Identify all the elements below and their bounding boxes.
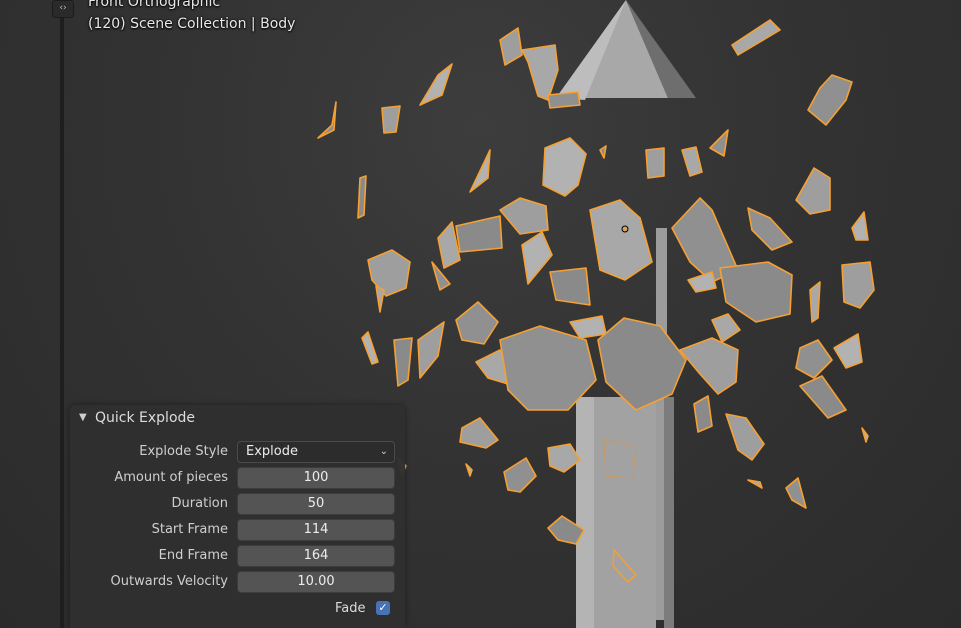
- fragment-piece[interactable]: [693, 395, 713, 433]
- fragment-piece[interactable]: [841, 261, 875, 309]
- panel-title: Quick Explode: [95, 410, 196, 426]
- outwards-velocity-row: Outwards Velocity 10.00: [70, 571, 405, 593]
- explode-style-dropdown[interactable]: Explode ⌄: [237, 441, 395, 463]
- explode-style-row: Explode Style Explode ⌄: [70, 441, 405, 463]
- viewport-left-edge: [60, 0, 64, 628]
- fragment-piece[interactable]: [807, 74, 853, 126]
- fragment-piece[interactable]: [521, 231, 553, 285]
- fade-label: Fade: [335, 601, 366, 616]
- amount-of-pieces-label: Amount of pieces: [114, 470, 228, 485]
- fragment-piece[interactable]: [747, 207, 793, 251]
- fragment-piece[interactable]: [597, 317, 687, 411]
- fragment-piece[interactable]: [417, 321, 445, 379]
- fragment-piece[interactable]: [469, 149, 491, 193]
- explode-style-value: Explode: [246, 444, 298, 459]
- sidebar-toggle-icon[interactable]: ‹›: [52, 0, 74, 18]
- fragment-piece[interactable]: [795, 167, 831, 215]
- fragment-piece[interactable]: [381, 105, 401, 134]
- object-origin-center: [623, 227, 627, 231]
- fade-checkbox[interactable]: ✓: [376, 601, 390, 615]
- fragment-piece[interactable]: [317, 101, 337, 139]
- fragment-piece[interactable]: [361, 331, 379, 365]
- fragment-piece[interactable]: [499, 197, 549, 235]
- view-mode-label: Front Orthographic: [88, 0, 221, 10]
- pyramid-object[interactable]: [556, 0, 696, 100]
- fragment-piece[interactable]: [679, 337, 739, 395]
- fragment-piece[interactable]: [731, 19, 781, 56]
- fragment-piece[interactable]: [547, 91, 581, 109]
- outwards-velocity-label: Outwards Velocity: [110, 574, 228, 589]
- fragment-piece[interactable]: [681, 146, 703, 177]
- fragment-piece[interactable]: [499, 27, 523, 66]
- fragment-piece[interactable]: [709, 129, 729, 157]
- fragment-piece[interactable]: [785, 477, 807, 509]
- duration-row: Duration 50: [70, 493, 405, 515]
- fragment-piece[interactable]: [393, 337, 413, 387]
- outwards-velocity-field[interactable]: 10.00: [237, 571, 395, 593]
- amount-of-pieces-field[interactable]: 100: [237, 467, 395, 489]
- fragment-piece[interactable]: [599, 145, 607, 159]
- fragment-piece[interactable]: [521, 44, 559, 101]
- end-frame-label: End Frame: [158, 548, 228, 563]
- start-frame-field[interactable]: 114: [237, 519, 395, 541]
- end-frame-row: End Frame 164: [70, 545, 405, 567]
- fragment-piece[interactable]: [465, 463, 473, 477]
- fragment-piece[interactable]: [569, 315, 607, 339]
- fragment-piece[interactable]: [455, 301, 499, 345]
- duration-label: Duration: [171, 496, 228, 511]
- fragment-piece[interactable]: [357, 175, 367, 219]
- quick-explode-panel: ▼ Quick Explode Explode Style Explode ⌄ …: [70, 405, 405, 628]
- amount-of-pieces-row: Amount of pieces 100: [70, 467, 405, 489]
- collapse-arrow-icon[interactable]: ▼: [79, 412, 87, 423]
- fragment-piece[interactable]: [549, 267, 591, 306]
- fragment-piece[interactable]: [747, 479, 763, 489]
- fragment-piece[interactable]: [687, 271, 717, 293]
- fragment-piece[interactable]: [645, 147, 665, 179]
- fragment-piece[interactable]: [547, 443, 581, 473]
- explode-style-label: Explode Style: [139, 444, 228, 459]
- scene-info-label: (120) Scene Collection | Body: [88, 16, 296, 32]
- fragment-piece[interactable]: [459, 417, 499, 449]
- panel-header[interactable]: ▼ Quick Explode: [70, 405, 405, 433]
- fragment-piece[interactable]: [799, 375, 847, 419]
- fragment-piece[interactable]: [725, 413, 765, 461]
- chevron-down-icon: ⌄: [379, 446, 388, 457]
- fade-row: Fade ✓: [70, 598, 405, 620]
- start-frame-label: Start Frame: [151, 522, 228, 537]
- fragment-piece[interactable]: [589, 199, 653, 281]
- fragment-piece[interactable]: [809, 281, 821, 323]
- body-object[interactable]: [576, 228, 674, 628]
- fragment-piece[interactable]: [419, 63, 453, 106]
- fragment-piece[interactable]: [367, 249, 411, 297]
- end-frame-field[interactable]: 164: [237, 545, 395, 567]
- fragment-piece[interactable]: [795, 339, 833, 379]
- fragment-piece[interactable]: [851, 211, 869, 241]
- duration-field[interactable]: 50: [237, 493, 395, 515]
- fragment-piece[interactable]: [861, 427, 869, 443]
- fragment-piece[interactable]: [455, 215, 503, 253]
- fragment-piece[interactable]: [711, 313, 741, 343]
- fragment-piece[interactable]: [542, 137, 587, 197]
- fragment-piece[interactable]: [503, 457, 537, 493]
- fragment-piece[interactable]: [719, 261, 793, 323]
- fragment-piece[interactable]: [375, 285, 385, 313]
- fragment-piece[interactable]: [833, 333, 863, 369]
- start-frame-row: Start Frame 114: [70, 519, 405, 541]
